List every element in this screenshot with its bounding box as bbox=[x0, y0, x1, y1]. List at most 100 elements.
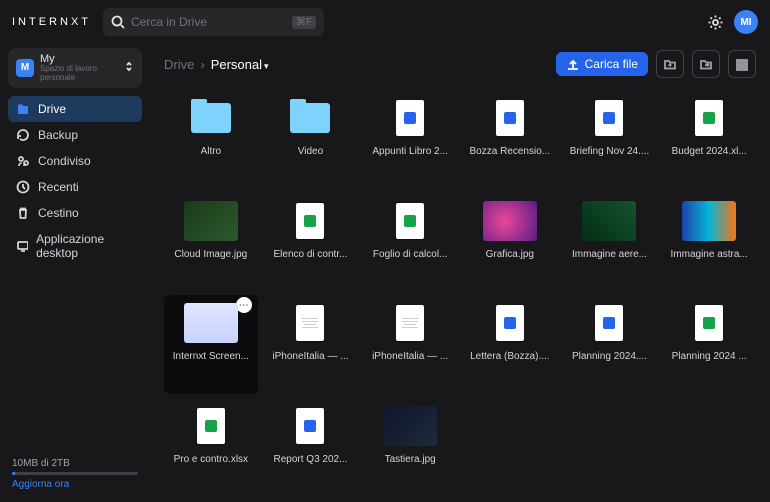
file-label: iPhoneItalia — ... bbox=[372, 351, 448, 362]
file-label: Report Q3 202... bbox=[274, 454, 348, 465]
file-item[interactable]: Cloud Image.jpg bbox=[164, 193, 258, 292]
sidebar-item-recent[interactable]: Recenti bbox=[8, 174, 142, 200]
backup-icon bbox=[16, 128, 30, 142]
move-button[interactable] bbox=[692, 50, 720, 78]
file-grid: Altro Video Appunti Libro 2... Bozza Recens… bbox=[150, 84, 770, 502]
chevron-right-icon: › bbox=[200, 57, 204, 72]
file-label: Video bbox=[298, 146, 323, 157]
list-icon bbox=[735, 57, 749, 71]
file-item[interactable]: ⋯ Internxt Screen... bbox=[164, 295, 258, 394]
file-item[interactable]: iPhoneItalia — ... bbox=[264, 295, 358, 394]
file-label: Foglio di calcol... bbox=[373, 249, 447, 260]
recent-icon bbox=[16, 180, 30, 194]
file-item[interactable]: Elenco di contr... bbox=[264, 193, 358, 292]
file-item[interactable]: Foglio di calcol... bbox=[363, 193, 457, 292]
word-icon bbox=[496, 305, 524, 341]
file-label: Planning 2024 ... bbox=[672, 351, 747, 362]
file-item[interactable]: Bozza Recensio... bbox=[463, 90, 557, 189]
upload-button[interactable]: Carica file bbox=[556, 52, 648, 76]
file-label: Budget 2024.xl... bbox=[672, 146, 747, 157]
brand-logo: INTERNXT bbox=[12, 16, 91, 28]
storage-text: 10MB di 2TB bbox=[12, 458, 138, 469]
word-icon bbox=[396, 100, 424, 136]
folder-plus-icon bbox=[663, 57, 677, 71]
view-toggle-button[interactable] bbox=[728, 50, 756, 78]
storage-meter: 10MB di 2TB Aggiorna ora bbox=[8, 454, 142, 494]
file-label: iPhoneItalia — ... bbox=[272, 351, 348, 362]
file-label: Pro e contro.xlsx bbox=[174, 454, 248, 465]
gear-icon[interactable] bbox=[707, 14, 724, 31]
sidebar: M My Spazio di lavoro personale Drive Bac… bbox=[0, 44, 150, 502]
file-item[interactable]: iPhoneItalia — ... bbox=[363, 295, 457, 394]
file-item[interactable]: Appunti Libro 2... bbox=[363, 90, 457, 189]
image-thumbnail bbox=[184, 201, 238, 241]
folder-icon bbox=[16, 102, 30, 116]
new-folder-button[interactable] bbox=[656, 50, 684, 78]
file-item[interactable]: Briefing Nov 24.... bbox=[563, 90, 657, 189]
file-item[interactable]: Video bbox=[264, 90, 358, 189]
sidebar-item-trash[interactable]: Cestino bbox=[8, 200, 142, 226]
folder-arrow-icon bbox=[699, 57, 713, 71]
file-item[interactable]: Immagine aere... bbox=[563, 193, 657, 292]
file-label: Altro bbox=[201, 146, 222, 157]
more-icon[interactable]: ⋯ bbox=[236, 297, 252, 313]
file-item[interactable]: Tastiera.jpg bbox=[363, 398, 457, 497]
file-item[interactable]: Altro bbox=[164, 90, 258, 189]
sidebar-item-label: Applicazione desktop bbox=[36, 232, 134, 260]
file-item[interactable]: Planning 2024.... bbox=[563, 295, 657, 394]
sidebar-item-backup[interactable]: Backup bbox=[8, 122, 142, 148]
file-label: Immagine aere... bbox=[572, 249, 647, 260]
sidebar-item-label: Recenti bbox=[38, 180, 79, 194]
file-label: Lettera (Bozza).... bbox=[470, 351, 549, 362]
file-label: Briefing Nov 24.... bbox=[570, 146, 649, 157]
crumb-root[interactable]: Drive bbox=[164, 57, 194, 72]
file-label: Appunti Libro 2... bbox=[372, 146, 448, 157]
sidebar-item-folder[interactable]: Drive bbox=[8, 96, 142, 122]
upload-icon bbox=[566, 57, 580, 71]
word-icon bbox=[595, 100, 623, 136]
search-icon bbox=[111, 15, 125, 29]
sidebar-item-shared[interactable]: Condiviso bbox=[8, 148, 142, 174]
main: Drive › Personal▾ Carica file Altro Video… bbox=[150, 44, 770, 502]
desktop-icon bbox=[16, 239, 28, 253]
breadcrumb: Drive › Personal▾ bbox=[164, 57, 269, 72]
image-thumbnail bbox=[184, 303, 238, 343]
search-shortcut: ⌘F bbox=[292, 16, 316, 29]
image-thumbnail bbox=[682, 201, 736, 241]
sidebar-item-label: Condiviso bbox=[38, 154, 91, 168]
folder-icon bbox=[290, 103, 330, 133]
trash-icon bbox=[16, 206, 30, 220]
folder-icon bbox=[191, 103, 231, 133]
excel-icon bbox=[695, 305, 723, 341]
page-icon bbox=[296, 305, 324, 341]
crumb-current[interactable]: Personal▾ bbox=[211, 57, 269, 72]
file-label: Tastiera.jpg bbox=[385, 454, 436, 465]
excel-icon bbox=[197, 408, 225, 444]
upgrade-link[interactable]: Aggiorna ora bbox=[12, 479, 138, 490]
image-thumbnail bbox=[582, 201, 636, 241]
workspace-switcher[interactable]: M My Spazio di lavoro personale bbox=[8, 48, 142, 88]
file-item[interactable]: Planning 2024 ... bbox=[662, 295, 756, 394]
file-item[interactable]: Pro e contro.xlsx bbox=[164, 398, 258, 497]
file-item[interactable]: Budget 2024.xl... bbox=[662, 90, 756, 189]
sidebar-item-label: Cestino bbox=[38, 206, 79, 220]
file-item[interactable]: Immagine astra... bbox=[662, 193, 756, 292]
word-icon bbox=[595, 305, 623, 341]
file-item[interactable]: Lettera (Bozza).... bbox=[463, 295, 557, 394]
excel-icon bbox=[695, 100, 723, 136]
file-label: Elenco di contr... bbox=[274, 249, 348, 260]
file-item[interactable]: Report Q3 202... bbox=[264, 398, 358, 497]
toolbar: Drive › Personal▾ Carica file bbox=[150, 44, 770, 84]
search-input[interactable] bbox=[131, 15, 286, 29]
file-item[interactable]: Grafica.jpg bbox=[463, 193, 557, 292]
excel-icon bbox=[396, 203, 424, 239]
file-label: Grafica.jpg bbox=[486, 249, 534, 260]
avatar[interactable]: MI bbox=[734, 10, 758, 34]
sidebar-item-desktop[interactable]: Applicazione desktop bbox=[8, 226, 142, 266]
sidebar-item-label: Drive bbox=[38, 102, 66, 116]
sidebar-item-label: Backup bbox=[38, 128, 78, 142]
search-box[interactable]: ⌘F bbox=[103, 8, 324, 36]
word-icon bbox=[496, 100, 524, 136]
file-label: Internxt Screen... bbox=[173, 351, 249, 362]
file-label: Cloud Image.jpg bbox=[174, 249, 247, 260]
